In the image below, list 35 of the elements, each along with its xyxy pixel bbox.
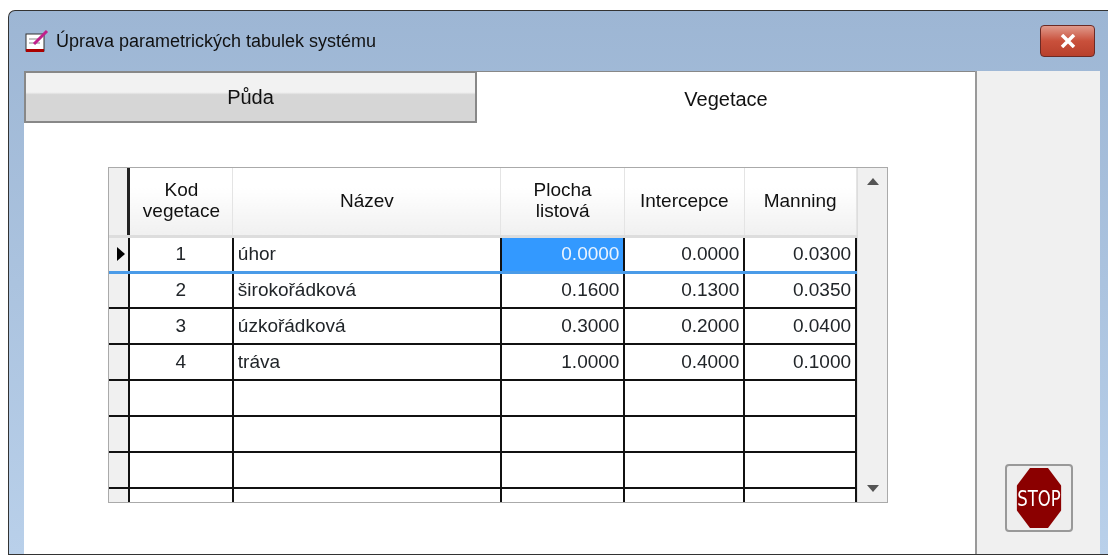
row-header[interactable]: [109, 236, 129, 272]
column-header[interactable]: Plocha listová: [500, 168, 625, 236]
table-cell[interactable]: 0.1600: [500, 272, 625, 308]
table-cell[interactable]: úzkořádková: [232, 308, 501, 344]
scrollbar[interactable]: [857, 168, 887, 502]
table-cell[interactable]: 0.4000: [624, 344, 745, 380]
column-header[interactable]: Intercepce: [624, 168, 745, 236]
scroll-down-icon[interactable]: [866, 485, 879, 492]
table-cell[interactable]: úhor: [232, 236, 501, 272]
close-button[interactable]: [1040, 25, 1095, 57]
row-header[interactable]: [109, 308, 129, 344]
table-cell[interactable]: 3: [128, 308, 233, 344]
table-cell[interactable]: 0.3000: [500, 308, 625, 344]
grid-corner: [109, 168, 129, 236]
row-header[interactable]: [109, 344, 129, 380]
table-cell[interactable]: 4: [128, 344, 233, 380]
scroll-up-icon[interactable]: [866, 178, 879, 185]
table-cell[interactable]: širokořádková: [232, 272, 501, 308]
notepad-pencil-icon: [24, 28, 50, 54]
table-cell[interactable]: 0.1300: [624, 272, 745, 308]
table-cell[interactable]: 1: [128, 236, 233, 272]
table-cell[interactable]: 0.0000: [624, 236, 745, 272]
tab[interactable]: Půda: [24, 71, 477, 123]
table-cell[interactable]: 1.0000: [500, 344, 625, 380]
column-header[interactable]: Kod vegetace: [128, 168, 233, 236]
column-header[interactable]: Manning: [744, 168, 857, 236]
window-title: Úprava parametrických tabulek systému: [56, 29, 377, 53]
row-indicator-icon: [117, 247, 125, 261]
table-cell[interactable]: tráva: [232, 344, 501, 380]
table-cell[interactable]: 2: [128, 272, 233, 308]
column-header[interactable]: Název: [232, 168, 501, 236]
table-cell[interactable]: 0.2000: [624, 308, 745, 344]
stop-button[interactable]: STOP: [1004, 464, 1073, 532]
row-header[interactable]: [109, 272, 129, 308]
close-icon: [1059, 34, 1076, 48]
